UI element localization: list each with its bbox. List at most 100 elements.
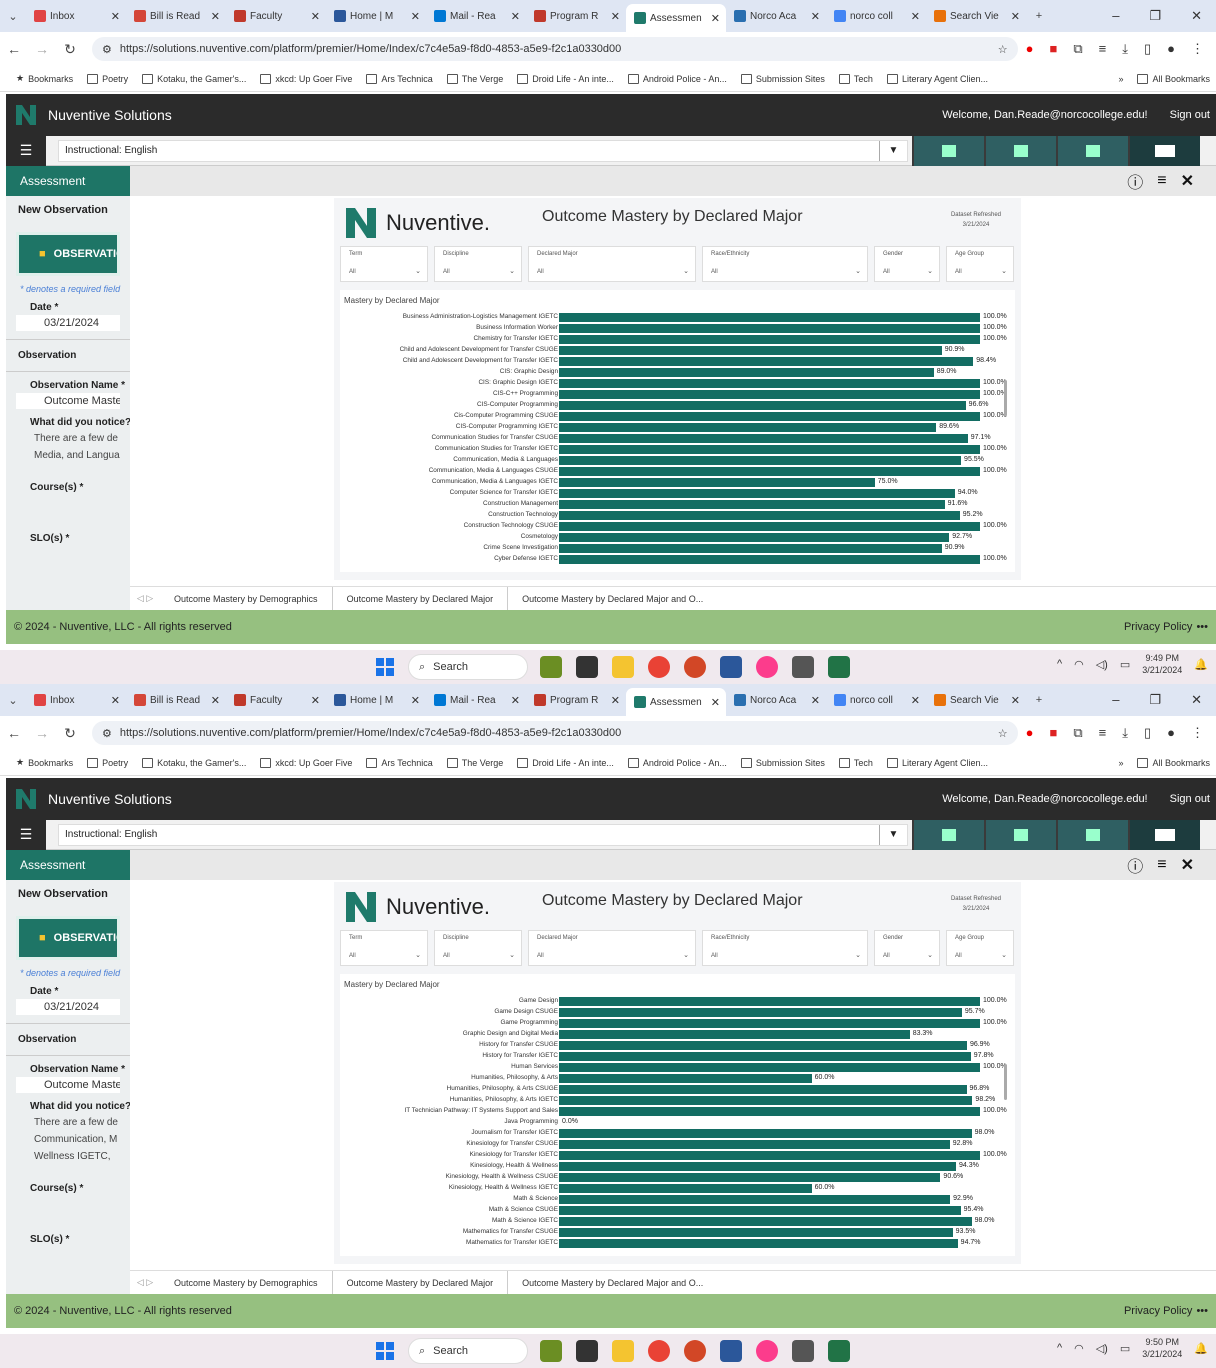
tab-scroll-left-icon[interactable]: ◁ ▷ — [130, 593, 160, 604]
privacy-more-icon[interactable]: ••• — [1196, 1305, 1208, 1317]
info-icon[interactable]: ⓘ — [1127, 169, 1143, 193]
privacy-more-icon[interactable]: ••• — [1196, 621, 1208, 633]
bookmark-item[interactable]: Kotaku, the Gamer's... — [142, 757, 246, 768]
browser-tab[interactable]: norco coll ✕ — [826, 688, 926, 712]
word-icon[interactable] — [720, 1340, 742, 1362]
chart-bar[interactable] — [559, 1074, 812, 1083]
bookmark-item[interactable]: Submission Sites — [740, 73, 825, 84]
chart-bar[interactable] — [559, 1228, 953, 1237]
url-field[interactable]: ⚙ https://solutions.nuventive.com/platfo… — [92, 721, 1018, 745]
notice-field[interactable]: There are a few de Communication, M Wellne… — [6, 1114, 130, 1165]
browser-tab[interactable]: Program R ✕ — [526, 4, 626, 28]
browser-tab[interactable]: Program R ✕ — [526, 688, 626, 712]
close-icon[interactable]: ✕ — [1181, 855, 1194, 875]
tab-close-icon[interactable]: ✕ — [111, 10, 120, 23]
browser-tab[interactable]: Norco Aca ✕ — [726, 4, 826, 28]
bookmark-item[interactable]: Tech — [838, 73, 873, 84]
browser-tab[interactable]: Search Vie ✕ — [926, 688, 1026, 712]
windows-start-icon[interactable] — [376, 1342, 394, 1360]
chart-bar[interactable] — [559, 379, 980, 388]
chart-bar[interactable] — [559, 1107, 980, 1116]
excel-icon[interactable] — [828, 656, 850, 678]
browser-tab[interactable]: Norco Aca ✕ — [726, 688, 826, 712]
tray-overflow-icon[interactable]: ^ — [1057, 1342, 1062, 1354]
itunes-icon[interactable] — [756, 1340, 778, 1362]
bookmark-item[interactable]: Literary Agent Clien... — [886, 757, 988, 768]
bookmark-item[interactable]: ★ Bookmarks — [16, 757, 73, 768]
bookmark-item[interactable]: Tech — [838, 757, 873, 768]
chart-bar[interactable] — [559, 434, 968, 443]
observation-button[interactable]: ■OBSERVATION — [16, 232, 120, 276]
tab-demographics[interactable]: Outcome Mastery by Demographics — [160, 1271, 332, 1295]
tab-close-icon[interactable]: ✕ — [911, 10, 920, 23]
download-icon[interactable]: ⤓ — [1122, 41, 1128, 57]
chart-bar[interactable] — [559, 467, 980, 476]
bookmark-item[interactable]: Android Police - An... — [627, 757, 727, 768]
filter-dropdown[interactable]: Gender All ⌄ — [874, 930, 940, 966]
chrome-icon[interactable] — [648, 656, 670, 678]
forward-arrow-icon[interactable]: → — [28, 41, 56, 57]
back-arrow-icon[interactable]: ← — [0, 725, 28, 741]
opera-extension-icon[interactable]: ● — [1026, 41, 1034, 57]
tab-close-icon[interactable]: ✕ — [711, 696, 720, 709]
observation-name-field[interactable]: Outcome Mastery — [16, 1077, 120, 1093]
chart-bar[interactable] — [559, 533, 950, 542]
chart-bar[interactable] — [559, 412, 980, 421]
chart-bar[interactable] — [559, 1041, 967, 1050]
notification-bell-icon[interactable]: 🔔 — [1194, 1342, 1208, 1355]
extensions-puzzle-icon[interactable]: ⧉ — [1073, 725, 1082, 741]
battery-icon[interactable]: ▭ — [1120, 1342, 1130, 1355]
wifi-icon[interactable]: ◠ — [1074, 1342, 1084, 1355]
browser-tab[interactable]: Mail - Rea ✕ — [426, 688, 526, 712]
volume-icon[interactable]: ◁) — [1096, 658, 1108, 671]
chart-bar[interactable] — [559, 478, 875, 487]
bookmark-item[interactable]: Submission Sites — [740, 757, 825, 768]
browser-tab[interactable]: Inbox ✕ — [26, 688, 126, 712]
bookmark-item[interactable]: Android Police - An... — [627, 73, 727, 84]
widget-app-icon[interactable] — [540, 656, 562, 678]
browser-tab[interactable]: Inbox ✕ — [26, 4, 126, 28]
list-menu-icon[interactable]: ≡ — [1157, 856, 1166, 874]
tab-close-icon[interactable]: ✕ — [1011, 10, 1020, 23]
info-icon[interactable]: ⓘ — [1127, 853, 1143, 877]
calculator-icon[interactable] — [792, 656, 814, 678]
all-bookmarks-folder[interactable]: All Bookmarks — [1137, 73, 1216, 84]
file-explorer-icon[interactable] — [612, 656, 634, 678]
tab-list-chevron-icon[interactable]: ⌄ — [0, 694, 26, 707]
chevron-down-icon[interactable]: ▼ — [879, 140, 907, 161]
chart-scrollbar[interactable] — [1004, 1064, 1007, 1100]
tab-close-icon[interactable]: ✕ — [911, 694, 920, 707]
chart-bar[interactable] — [559, 1008, 962, 1017]
minimize-icon[interactable]: – — [1112, 8, 1119, 24]
layout-tile-1[interactable] — [912, 819, 984, 850]
reading-list-icon[interactable]: ≡ — [1099, 725, 1107, 741]
chart-bar[interactable] — [559, 1151, 980, 1160]
tab-close-icon[interactable]: ✕ — [311, 10, 320, 23]
excel-icon[interactable] — [828, 1340, 850, 1362]
tab-close-icon[interactable]: ✕ — [811, 694, 820, 707]
tab-close-icon[interactable]: ✕ — [311, 694, 320, 707]
tab-close-icon[interactable]: ✕ — [411, 10, 420, 23]
chart-bar[interactable] — [559, 1206, 961, 1215]
tab-declared-major-and-outcome[interactable]: Outcome Mastery by Declared Major and O.… — [508, 1271, 717, 1295]
browser-tab[interactable]: Home | M ✕ — [326, 4, 426, 28]
filter-dropdown[interactable]: Discipline All ⌄ — [434, 930, 522, 966]
chart-bar[interactable] — [559, 346, 942, 355]
filter-dropdown[interactable]: Race/Ethnicity All ⌄ — [702, 246, 868, 282]
tab-declared-major[interactable]: Outcome Mastery by Declared Major — [331, 586, 509, 611]
layout-tile-3[interactable] — [1056, 135, 1128, 166]
tab-scroll-left-icon[interactable]: ◁ ▷ — [130, 1277, 160, 1288]
filter-dropdown[interactable]: Race/Ethnicity All ⌄ — [702, 930, 868, 966]
notice-field[interactable]: There are a few de Media, and Langua — [6, 430, 130, 464]
layout-tile-4[interactable] — [1128, 135, 1200, 166]
tab-close-icon[interactable]: ✕ — [811, 10, 820, 23]
observation-button[interactable]: ■OBSERVATION — [16, 916, 120, 960]
file-explorer-icon[interactable] — [612, 1340, 634, 1362]
url-field[interactable]: ⚙ https://solutions.nuventive.com/platfo… — [92, 37, 1018, 61]
side-panel-icon[interactable]: ▯ — [1144, 41, 1151, 57]
download-icon[interactable]: ⤓ — [1122, 725, 1128, 741]
bookmark-item[interactable]: Kotaku, the Gamer's... — [142, 73, 246, 84]
observation-name-field[interactable]: Outcome Mastery — [16, 393, 120, 409]
layout-tile-2[interactable] — [984, 135, 1056, 166]
hamburger-menu-icon[interactable]: ☰ — [6, 819, 46, 850]
